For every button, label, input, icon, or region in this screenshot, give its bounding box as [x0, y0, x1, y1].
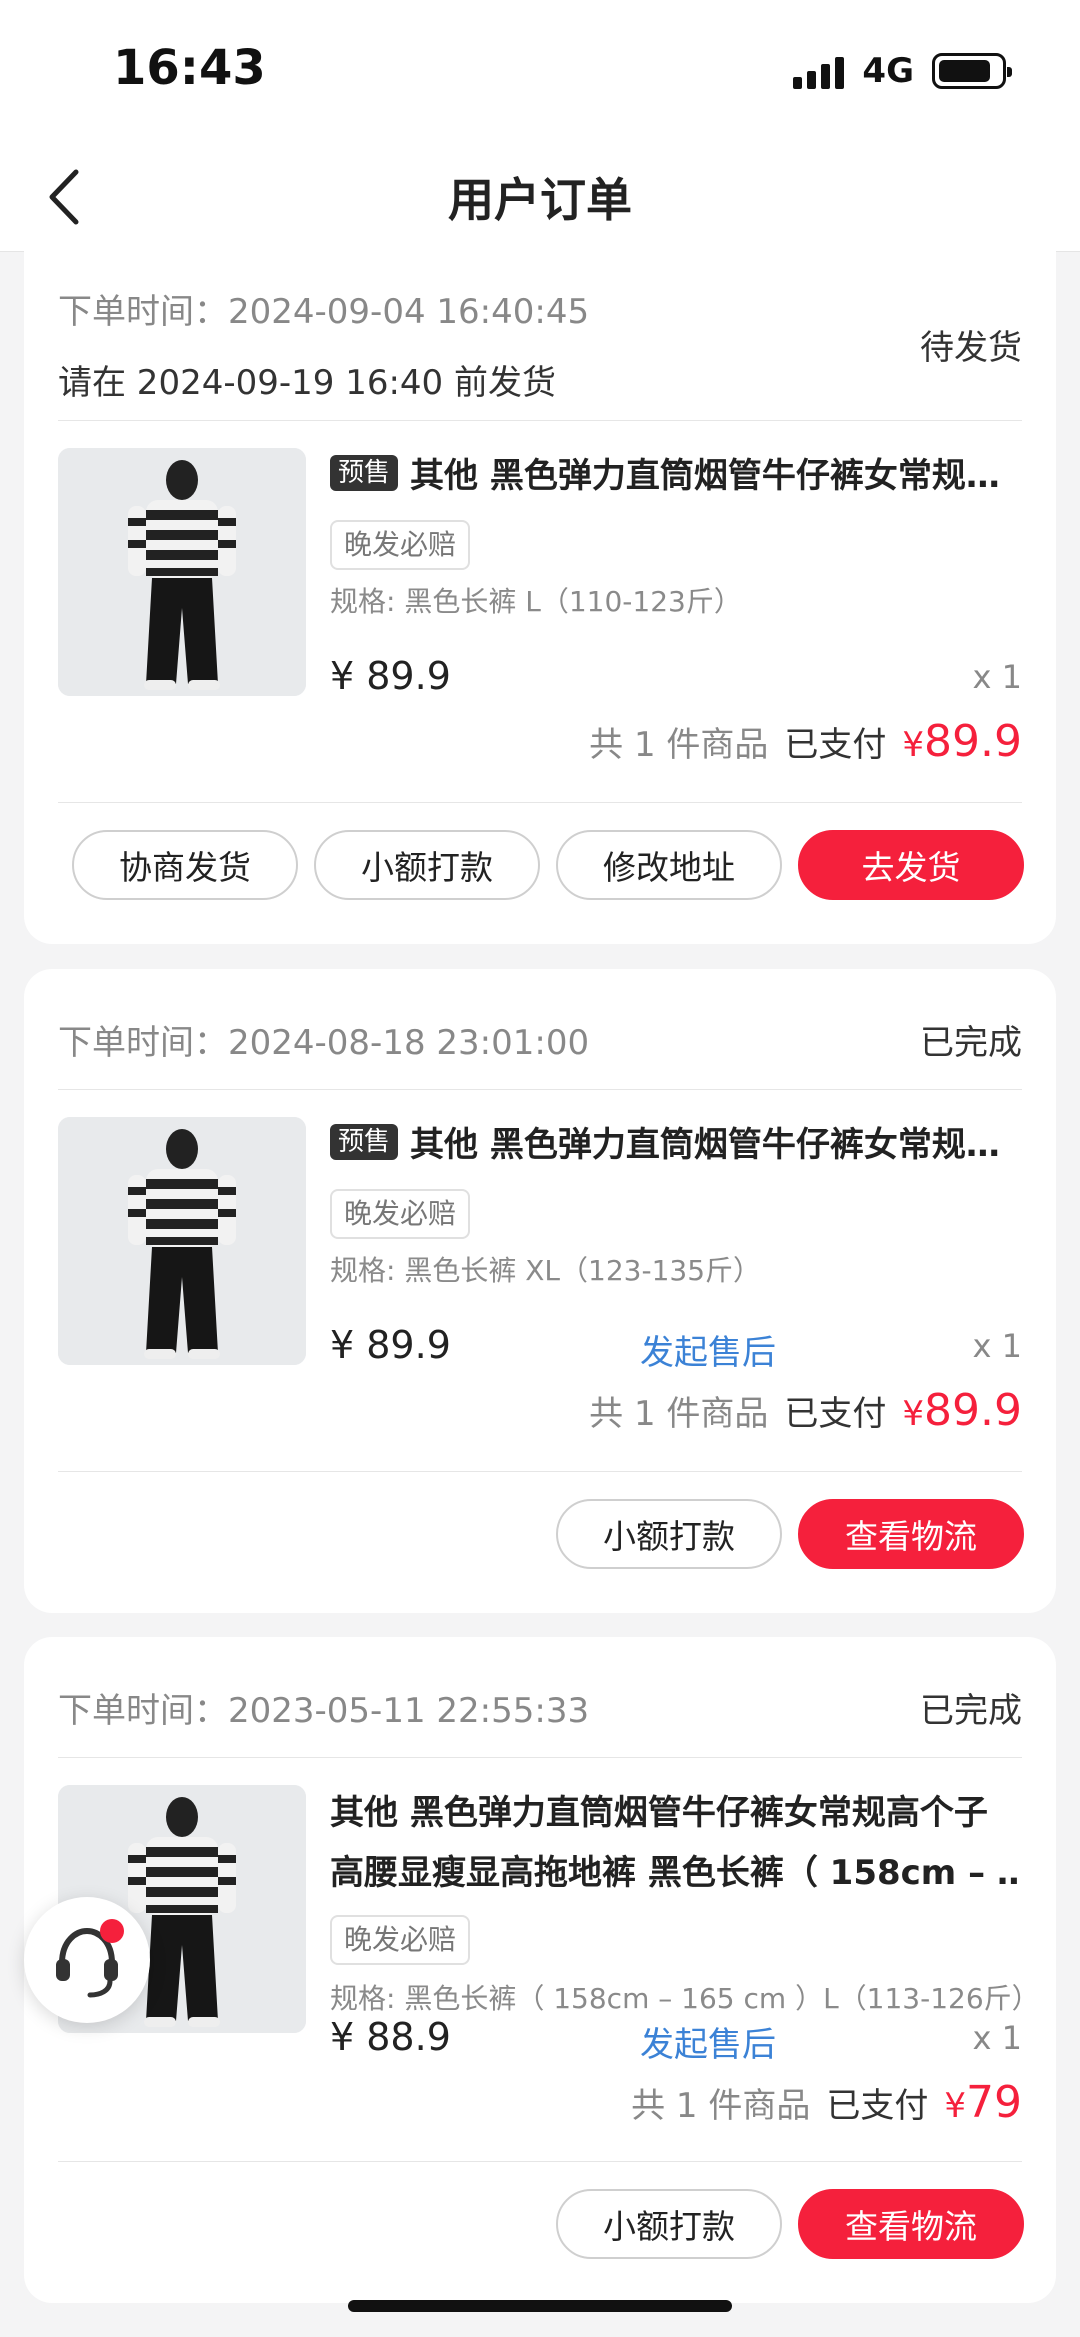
- product-qty: x 1: [972, 658, 1022, 696]
- ship-deadline: 请在 2024-09-19 16:40 前发货: [58, 363, 556, 403]
- nav-bar: 用户订单: [0, 140, 1080, 252]
- product-title-text: 其他 黑色弹力直筒烟管牛仔裤女常规高个子高腰显瘦显高拖地裤: [410, 456, 1022, 496]
- order-time: 下单时间：2024-08-18 23:01:00: [58, 1015, 1022, 1064]
- order-time: 下单时间：2023-05-11 22:55:33: [58, 1683, 1022, 1732]
- view-logistics-button[interactable]: 查看物流: [798, 1499, 1024, 1569]
- product-price: ¥ 89.9: [330, 654, 451, 698]
- divider: [58, 1471, 1022, 1472]
- after-sale-link[interactable]: 发起售后: [640, 2017, 776, 2066]
- currency-symbol: ¥: [944, 2086, 966, 2126]
- presale-badge: 预售: [330, 455, 399, 491]
- order-card: 下单时间：2024-08-18 23:01:00 已完成 预售 其他 黑色弹力直筒…: [24, 969, 1056, 1613]
- product-spec: 规格: 黑色长裤（ 158cm – 165 cm ）L（113-126斤）: [330, 1982, 1022, 2015]
- order-header: 下单时间：2024-08-18 23:01:00 已完成: [58, 1015, 1022, 1064]
- product-title-text: 其他 黑色弹力直筒烟管牛仔裤女常规高个子高腰显瘦显高拖地裤: [410, 1125, 1022, 1165]
- paid-amount-value: 89.9: [924, 1385, 1022, 1436]
- signal-icon: [793, 53, 845, 89]
- order-header: 下单时间：2024-09-04 16:40:45 请在 2024-09-19 1…: [58, 284, 1022, 404]
- paid-label: 已支付: [784, 725, 887, 765]
- view-logistics-button[interactable]: 查看物流: [798, 2189, 1024, 2259]
- order-card: 下单时间：2024-09-04 16:40:45 请在 2024-09-19 1…: [24, 240, 1056, 944]
- presale-badge: 预售: [330, 1124, 399, 1160]
- divider: [58, 802, 1022, 803]
- status-bar: 16:43 4G: [0, 0, 1080, 140]
- small-payment-button[interactable]: 小额打款: [556, 2189, 782, 2259]
- order-time-label: 下单时间：: [58, 1023, 228, 1063]
- headset-icon: [56, 1927, 118, 1998]
- status-time: 16:43: [113, 40, 266, 96]
- item-count: 共 1 件商品: [589, 725, 769, 765]
- ship-button[interactable]: 去发货: [798, 830, 1024, 900]
- divider: [58, 2161, 1022, 2162]
- product-price: ¥ 89.9: [330, 1323, 451, 1367]
- late-delivery-tag: 晚发必赔: [330, 1189, 471, 1239]
- order-time: 下单时间：2024-09-04 16:40:45: [58, 284, 1022, 333]
- product-price: ¥ 88.9: [330, 2015, 451, 2059]
- product-title[interactable]: 预售其他 黑色弹力直筒烟管牛仔裤女常规高个子高腰显瘦显高拖地裤: [330, 446, 1022, 506]
- product-qty: x 1: [972, 1327, 1022, 1365]
- item-count: 共 1 件商品: [589, 1394, 769, 1434]
- order-total: 共 1 件商品 已支付 ¥79: [631, 2077, 1022, 2128]
- negotiate-shipping-button[interactable]: 协商发货: [72, 830, 298, 900]
- divider: [58, 1757, 1022, 1758]
- order-status: 已完成: [920, 1023, 1022, 1063]
- model-image: [58, 448, 306, 696]
- home-indicator: [348, 2300, 732, 2312]
- order-time-value: 2023-05-11 22:55:33: [228, 1691, 590, 1731]
- currency-symbol: ¥: [902, 1394, 925, 1434]
- paid-amount: ¥89.9: [902, 716, 1022, 767]
- paid-label: 已支付: [826, 2086, 929, 2126]
- late-delivery-tag: 晚发必赔: [330, 1915, 471, 1965]
- late-delivery-tag: 晚发必赔: [330, 520, 471, 570]
- order-status: 已完成: [920, 1691, 1022, 1731]
- paid-amount-value: 79: [966, 2077, 1022, 2128]
- order-status: 待发货: [920, 328, 1022, 368]
- product-spec: 规格: 黑色长裤 L（110-123斤）: [330, 585, 742, 618]
- model-image: [58, 1117, 306, 1365]
- order-time-label: 下单时间：: [58, 292, 228, 332]
- customer-service-button[interactable]: [24, 1897, 150, 2023]
- product-spec: 规格: 黑色长裤 XL（123-135斤）: [330, 1254, 762, 1287]
- paid-amount: ¥79: [944, 2077, 1022, 2128]
- order-time-value: 2024-08-18 23:01:00: [228, 1023, 590, 1063]
- divider: [58, 1089, 1022, 1090]
- product-qty: x 1: [972, 2019, 1022, 2057]
- product-title[interactable]: 其他 黑色弹力直筒烟管牛仔裤女常规高个子 高腰显瘦显高拖地裤 黑色长裤（ 158…: [330, 1783, 1022, 1903]
- product-image[interactable]: [58, 1117, 306, 1365]
- item-count: 共 1 件商品: [631, 2086, 811, 2126]
- product-image[interactable]: [58, 448, 306, 696]
- order-total: 共 1 件商品 已支付 ¥89.9: [589, 716, 1022, 767]
- product-title-line: 其他 黑色弹力直筒烟管牛仔裤女常规高个子: [330, 1793, 988, 1833]
- page-title: 用户订单: [448, 173, 632, 227]
- status-indicators: 4G: [793, 50, 1012, 92]
- edit-address-button[interactable]: 修改地址: [556, 830, 782, 900]
- network-type: 4G: [862, 51, 914, 91]
- order-total: 共 1 件商品 已支付 ¥89.9: [589, 1385, 1022, 1436]
- order-time-value: 2024-09-04 16:40:45: [228, 292, 590, 332]
- paid-label: 已支付: [784, 1394, 887, 1434]
- after-sale-link[interactable]: 发起售后: [640, 1325, 776, 1374]
- paid-amount: ¥89.9: [902, 1385, 1022, 1436]
- divider: [58, 420, 1022, 421]
- order-card: 下单时间：2023-05-11 22:55:33 已完成 其他 黑色弹力直筒烟管…: [24, 1637, 1056, 2303]
- product-title[interactable]: 预售其他 黑色弹力直筒烟管牛仔裤女常规高个子高腰显瘦显高拖地裤: [330, 1115, 1022, 1175]
- paid-amount-value: 89.9: [924, 716, 1022, 767]
- notification-dot: [100, 1919, 124, 1943]
- battery-icon: [932, 53, 1012, 89]
- small-payment-button[interactable]: 小额打款: [556, 1499, 782, 1569]
- small-payment-button[interactable]: 小额打款: [314, 830, 540, 900]
- order-header: 下单时间：2023-05-11 22:55:33 已完成: [58, 1683, 1022, 1732]
- order-time-label: 下单时间：: [58, 1691, 228, 1731]
- currency-symbol: ¥: [902, 725, 925, 765]
- product-title-line: 高腰显瘦显高拖地裤 黑色长裤（ 158cm – …: [330, 1853, 1022, 1893]
